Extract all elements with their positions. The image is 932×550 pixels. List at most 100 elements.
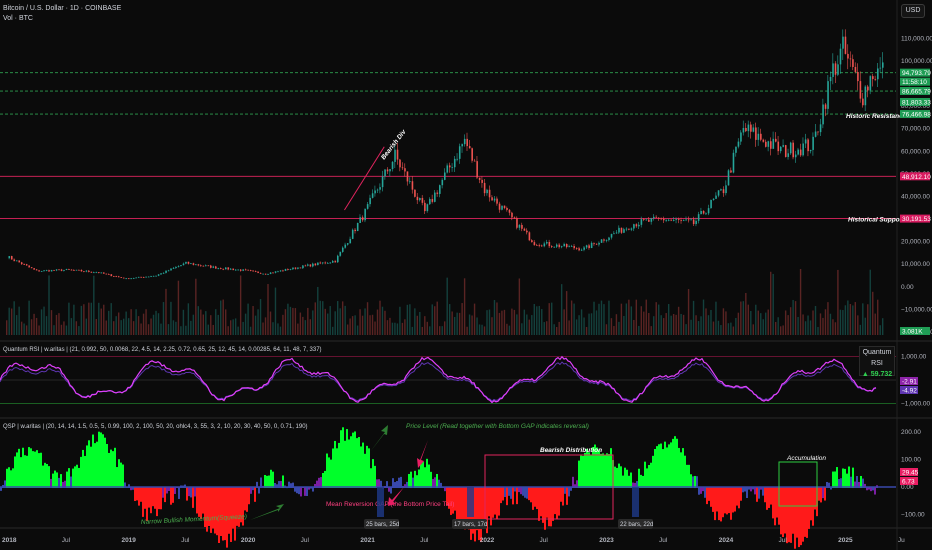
price-axis-tick: 10,000.00 bbox=[901, 261, 930, 268]
rsi-indicator-label[interactable]: Quantum RSI | w.aritas | (21, 0.992, 50,… bbox=[3, 346, 322, 355]
price-candle bbox=[650, 218, 653, 222]
volume-bar bbox=[65, 325, 68, 335]
price-candle bbox=[745, 127, 747, 132]
volume-bar bbox=[685, 324, 687, 335]
volume-bar bbox=[205, 311, 207, 335]
qsp-hist-bar bbox=[494, 487, 496, 515]
price-candle bbox=[857, 71, 859, 82]
symbol-title[interactable]: Bitcoin / U.S. Dollar · 1D · COINBASE bbox=[3, 4, 121, 13]
price-candle bbox=[852, 59, 854, 67]
qsp-hist-bar bbox=[418, 469, 420, 488]
price-candle bbox=[127, 278, 130, 280]
qsp-indicator-label[interactable]: QSP | w.aritas | (20, 14, 14, 1.5, 0.5, … bbox=[3, 423, 308, 432]
volume-bar bbox=[242, 321, 244, 335]
volume-bar bbox=[782, 325, 784, 335]
qsp-hist-bar bbox=[682, 448, 684, 488]
qsp-hist-bar bbox=[118, 459, 120, 488]
chart-canvas[interactable]: Bearish Div Historic Resistance Historical… bbox=[0, 0, 932, 550]
volume-bar bbox=[648, 313, 650, 335]
price-candle bbox=[192, 263, 195, 265]
volume-bar bbox=[172, 320, 175, 335]
qsp-hist-bar bbox=[846, 473, 848, 488]
volume-label[interactable]: Vol · BTC bbox=[3, 14, 33, 23]
qsp-hist-bar bbox=[542, 487, 544, 523]
price-candle bbox=[299, 267, 302, 269]
qsp-hist-bar bbox=[522, 487, 524, 496]
volume-bar bbox=[436, 301, 438, 335]
volume-bar bbox=[633, 319, 635, 335]
volume-bar bbox=[404, 319, 406, 335]
price-candle bbox=[225, 267, 227, 270]
volume-bar bbox=[867, 304, 869, 335]
volume-bar bbox=[451, 311, 453, 335]
qsp-hist-bar bbox=[490, 487, 492, 526]
volume-bar bbox=[197, 306, 200, 335]
price-candle bbox=[700, 210, 702, 215]
price-candle bbox=[165, 270, 167, 273]
qsp-hist-bar bbox=[216, 487, 218, 536]
volume-bar bbox=[232, 319, 234, 335]
qsp-hist-bar bbox=[550, 487, 552, 527]
volume-bar bbox=[344, 305, 346, 335]
volume-bar bbox=[720, 325, 722, 335]
qsp-hist-bar bbox=[768, 487, 770, 508]
historical-support-label: Historical Support bbox=[848, 217, 905, 224]
qsp-hist-bar bbox=[456, 487, 458, 521]
qsp-hist-bar bbox=[706, 487, 708, 505]
price-axis-tick: 60,000.00 bbox=[901, 148, 930, 155]
price-candle bbox=[33, 268, 35, 270]
price-candle bbox=[770, 141, 772, 149]
price-candle bbox=[578, 248, 580, 251]
volume-bar bbox=[446, 277, 448, 335]
volume-bar bbox=[670, 315, 672, 335]
price-candle bbox=[60, 269, 63, 271]
bar-range-label: 22 bars, 22d bbox=[620, 522, 653, 528]
qsp-hist-bar bbox=[578, 460, 580, 488]
qsp-hist-bar bbox=[224, 487, 226, 541]
volume-bar bbox=[361, 315, 364, 335]
price-candle bbox=[663, 218, 665, 221]
volume-bar bbox=[334, 311, 336, 335]
price-candle bbox=[633, 224, 635, 229]
qsp-hist-bar bbox=[668, 444, 670, 488]
price-candle bbox=[177, 266, 180, 267]
volume-bar bbox=[165, 288, 167, 335]
price-level-arrow bbox=[370, 425, 388, 452]
volume-bar bbox=[225, 309, 227, 335]
volume-bar bbox=[90, 302, 93, 335]
volume-bar bbox=[735, 317, 737, 335]
volume-bar bbox=[531, 315, 533, 335]
currency-button[interactable]: USD bbox=[901, 4, 925, 18]
price-candle bbox=[108, 273, 110, 275]
price-candle bbox=[453, 158, 456, 168]
volume-bar bbox=[595, 310, 598, 335]
qsp-hist-bar bbox=[720, 487, 722, 522]
volume-bar bbox=[88, 302, 90, 335]
volume-bar bbox=[575, 319, 578, 335]
price-candle bbox=[496, 198, 498, 204]
volume-bar bbox=[687, 289, 690, 335]
qsp-hist-bar bbox=[526, 487, 528, 499]
volume-bar bbox=[555, 326, 558, 335]
volume-bar bbox=[152, 314, 155, 335]
volume-bar bbox=[259, 299, 262, 335]
volume-bar bbox=[254, 315, 257, 335]
qsp-hist-bar bbox=[82, 449, 84, 488]
price-candle bbox=[274, 271, 277, 273]
time-axis-label: Jul bbox=[659, 537, 668, 544]
volume-bar bbox=[506, 323, 508, 335]
volume-bar bbox=[135, 309, 137, 335]
volume-bar bbox=[598, 303, 600, 335]
volume-bar bbox=[78, 326, 80, 335]
qsp-hist-bar bbox=[856, 476, 858, 488]
qsp-hist-bar bbox=[794, 487, 796, 549]
volume-bar bbox=[812, 310, 814, 335]
price-candle bbox=[361, 217, 364, 221]
qsp-hist-bar bbox=[508, 487, 510, 496]
volume-bar bbox=[115, 316, 117, 335]
qsp-hist-bar bbox=[652, 455, 654, 488]
price-candle bbox=[493, 198, 496, 201]
price-candle bbox=[434, 192, 436, 202]
price-candle bbox=[50, 270, 53, 272]
qsp-hist-bar bbox=[244, 487, 246, 511]
